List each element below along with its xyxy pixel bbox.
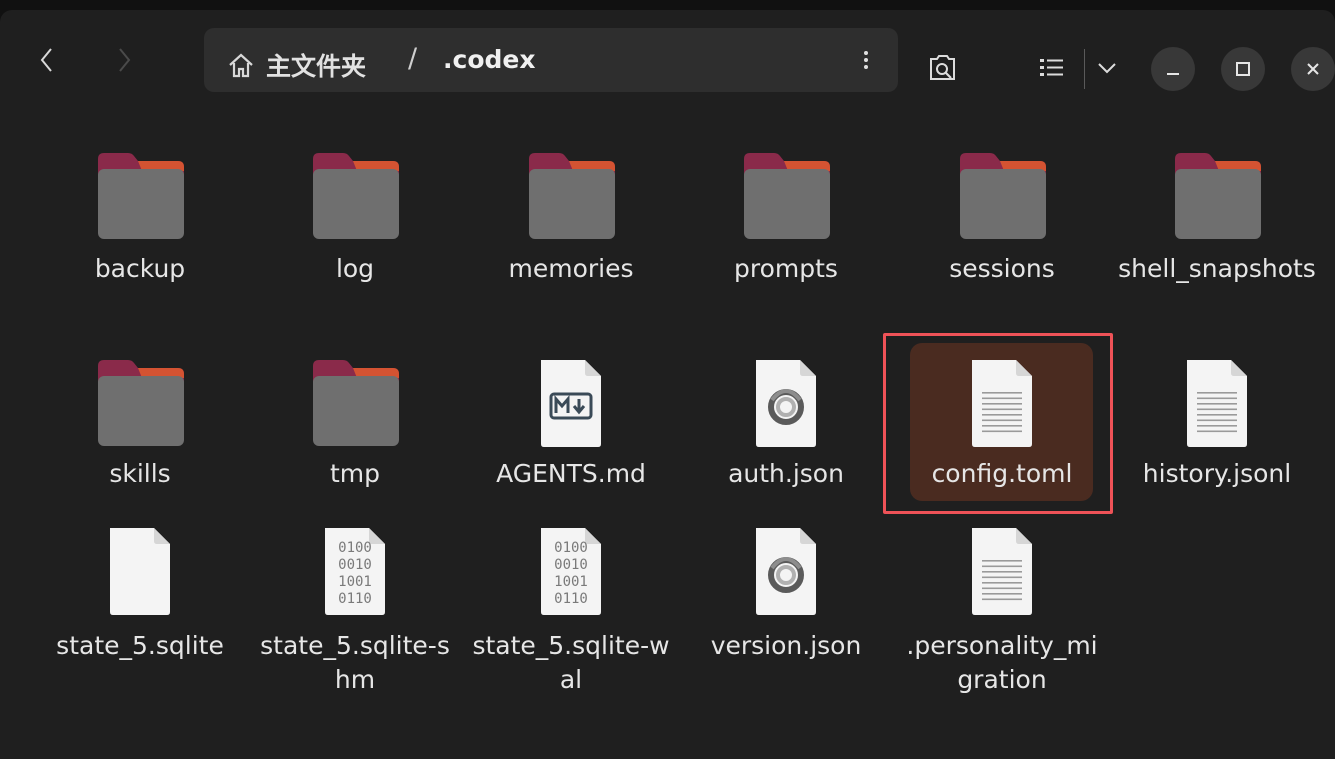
file-name-label: .personality_migration xyxy=(906,631,1098,694)
json-file-icon xyxy=(686,520,886,630)
file-name-label: prompts xyxy=(734,254,838,283)
folder-icon xyxy=(1117,145,1317,255)
file-grid: backup log memories prompts sessions shell_sn… xyxy=(0,10,1335,759)
markdown-file-icon xyxy=(471,352,671,462)
blank-file-icon xyxy=(40,520,240,630)
svg-text:0110: 0110 xyxy=(338,591,372,607)
folder-icon xyxy=(40,352,240,462)
json-file-icon xyxy=(686,352,886,462)
svg-text:0010: 0010 xyxy=(338,557,372,573)
folder-icon xyxy=(255,352,455,462)
binary-file-icon: 0100 0010 1001 0110 xyxy=(255,520,455,630)
file-name-label: backup xyxy=(94,254,186,283)
svg-text:0100: 0100 xyxy=(338,540,372,556)
folder-icon xyxy=(902,145,1102,255)
text-file-icon xyxy=(902,520,1102,630)
file-name-label: sessions xyxy=(949,254,1055,283)
file-name-label: state_5.sqlite xyxy=(56,631,224,660)
svg-text:1001: 1001 xyxy=(338,574,372,590)
file-name-label: auth.json xyxy=(728,459,844,488)
file-name-label: version.json xyxy=(710,631,862,660)
svg-text:1001: 1001 xyxy=(554,574,588,590)
folder-icon xyxy=(255,145,455,255)
file-name-label: AGENTS.md xyxy=(496,459,646,488)
file-manager-window: 主文件夹 / .codex backup log memories prompt… xyxy=(0,10,1335,759)
file-name-label: state_5.sqlite-shm xyxy=(260,631,450,694)
file-name-label: shell_snapshots xyxy=(1118,254,1316,283)
file-name-label: history.jsonl xyxy=(1142,459,1292,488)
folder-icon xyxy=(471,145,671,255)
file-name-label: state_5.sqlite-wal xyxy=(472,631,670,694)
svg-text:0010: 0010 xyxy=(554,557,588,573)
file-name-label: tmp xyxy=(329,459,381,488)
text-file-icon xyxy=(1117,352,1317,462)
file-name-label: skills xyxy=(109,459,171,488)
folder-icon xyxy=(40,145,240,255)
file-name-label: log xyxy=(335,254,375,283)
folder-icon xyxy=(686,145,886,255)
selection-outline xyxy=(883,333,1113,514)
svg-text:0100: 0100 xyxy=(554,540,588,556)
svg-text:0110: 0110 xyxy=(554,591,588,607)
binary-file-icon: 0100 0010 1001 0110 xyxy=(471,520,671,630)
file-name-label: memories xyxy=(508,254,634,283)
